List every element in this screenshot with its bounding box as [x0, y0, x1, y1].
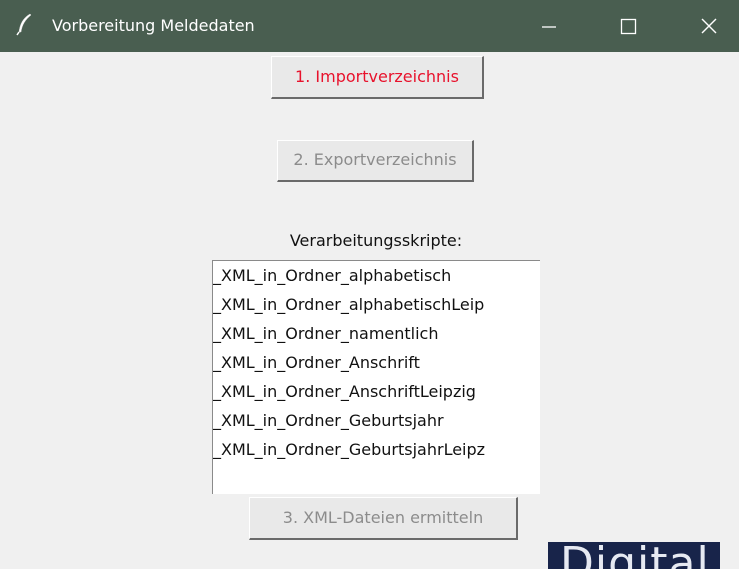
- list-item[interactable]: _XML_in_Ordner_AnschriftLeipzig: [213, 377, 540, 406]
- scripts-label: Verarbeitungsskripte:: [289, 231, 463, 250]
- close-button[interactable]: [679, 0, 739, 52]
- import-directory-button[interactable]: 1. Importverzeichnis: [271, 56, 484, 99]
- digital-logo: Digital: [548, 542, 720, 569]
- list-item[interactable]: _XML_in_Ordner_alphabetischLeip: [213, 290, 540, 319]
- export-directory-button[interactable]: 2. Exportverzeichnis: [277, 140, 474, 182]
- list-item[interactable]: _XML_in_Ordner_GeburtsjahrLeipz: [213, 435, 540, 464]
- feather-icon: [14, 12, 36, 36]
- list-item[interactable]: _XML_in_Ordner_Anschrift: [213, 348, 540, 377]
- title-bar[interactable]: Vorbereitung Meldedaten: [0, 0, 739, 52]
- list-item[interactable]: _XML_in_Ordner_alphabetisch: [213, 261, 540, 290]
- determine-xml-files-button[interactable]: 3. XML-Dateien ermitteln: [249, 497, 518, 540]
- scripts-listbox[interactable]: _XML_in_Ordner_alphabetisch _XML_in_Ordn…: [212, 260, 540, 494]
- app-window: Vorbereitung Meldedaten 1. Importverzeic…: [0, 0, 739, 569]
- list-item[interactable]: _XML_in_Ordner_namentlich: [213, 319, 540, 348]
- maximize-button[interactable]: [598, 0, 658, 52]
- minimize-button[interactable]: [519, 0, 579, 52]
- digital-logo-text: Digital: [560, 542, 710, 569]
- window-title: Vorbereitung Meldedaten: [52, 16, 255, 35]
- list-item[interactable]: _XML_in_Ordner_Geburtsjahr: [213, 406, 540, 435]
